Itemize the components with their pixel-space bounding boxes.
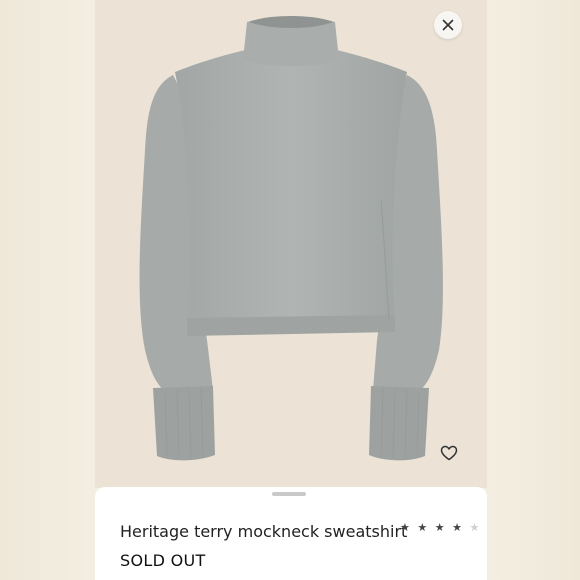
sweatshirt-illustration — [139, 16, 443, 461]
star-icon: ★ — [417, 521, 430, 534]
product-info-sheet: Heritage terry mockneck sweatshirt ★ ★ ★… — [95, 487, 487, 580]
star-icon: ★ — [400, 521, 412, 534]
drag-handle[interactable] — [272, 492, 306, 496]
star-empty-icon: ★ — [469, 521, 482, 534]
sweatshirt-body — [175, 48, 407, 330]
star-icon: ★ — [434, 521, 447, 534]
right-cuff — [369, 386, 429, 461]
right-backdrop — [487, 0, 580, 580]
rating-stars: ★ ★ ★ ★ ★ — [400, 521, 481, 534]
sold-out-label: SOLD OUT — [120, 551, 206, 570]
product-title: Heritage terry mockneck sweatshirt — [120, 522, 408, 541]
heart-icon — [440, 445, 458, 461]
star-icon: ★ — [452, 521, 464, 534]
left-backdrop — [0, 0, 95, 580]
close-button[interactable] — [434, 11, 462, 39]
hem — [187, 315, 395, 336]
left-cuff — [153, 386, 215, 461]
favorite-button[interactable] — [436, 440, 462, 466]
close-icon — [442, 19, 454, 31]
product-image — [95, 0, 487, 488]
